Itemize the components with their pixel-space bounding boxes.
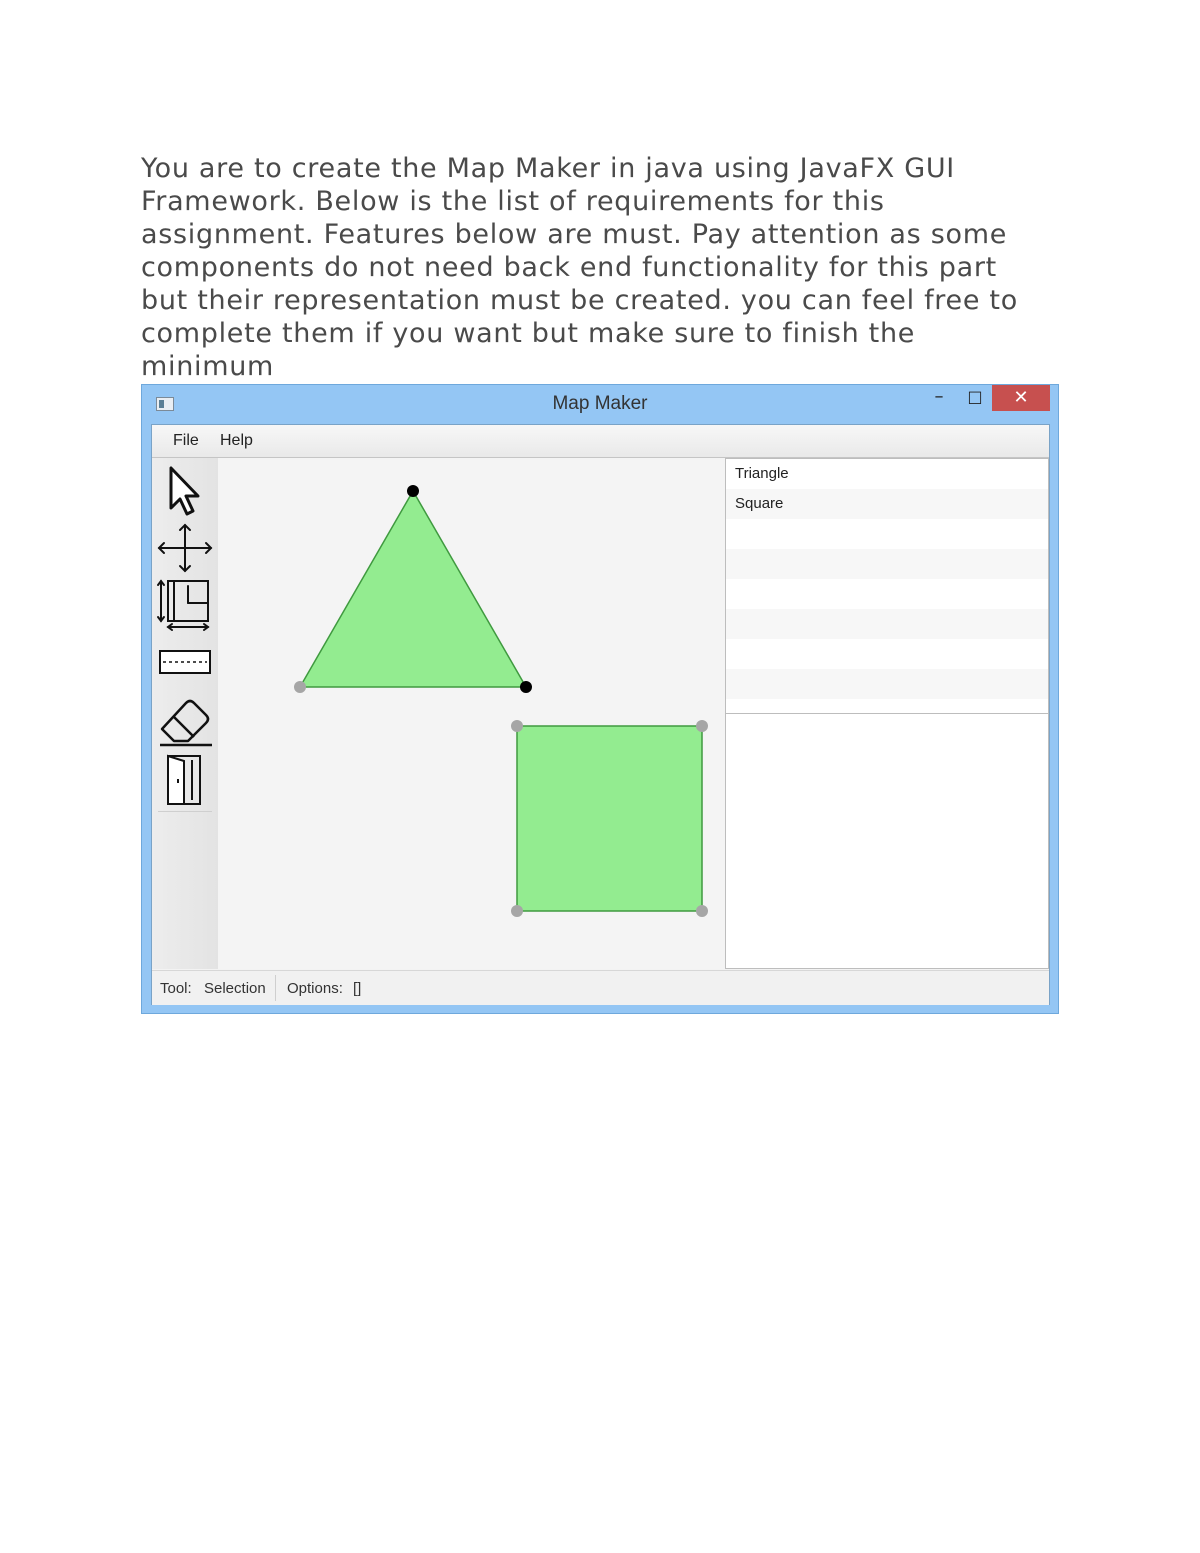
status-options-value: [] bbox=[353, 980, 362, 997]
list-item[interactable]: Triangle bbox=[726, 459, 1048, 489]
status-tool-value: Selection bbox=[204, 980, 266, 997]
selection-pointer-icon[interactable] bbox=[156, 464, 214, 518]
triangle-handle-right[interactable] bbox=[520, 681, 532, 693]
list-item-empty bbox=[726, 549, 1048, 579]
status-options-label: Options: bbox=[287, 980, 343, 997]
menu-bar: File Help bbox=[152, 425, 1049, 458]
assignment-description: You are to create the Map Maker in java … bbox=[141, 153, 1018, 382]
triangle-shape[interactable] bbox=[298, 489, 528, 688]
close-button[interactable]: ✕ bbox=[992, 385, 1050, 411]
map-maker-window: Map Maker – □ ✕ File Help Triangle Squar… bbox=[141, 384, 1059, 1014]
toolbar-separator bbox=[158, 811, 212, 812]
square-handle-top-left[interactable] bbox=[511, 720, 523, 732]
menu-file[interactable]: File bbox=[173, 432, 199, 450]
list-item-empty bbox=[726, 669, 1048, 699]
move-arrows-icon[interactable] bbox=[156, 521, 214, 575]
status-tool-label: Tool: bbox=[160, 980, 192, 997]
square-handle-bottom-left[interactable] bbox=[511, 905, 523, 917]
map-canvas[interactable] bbox=[218, 458, 725, 969]
square-handle-bottom-right[interactable] bbox=[696, 905, 708, 917]
square-shape[interactable] bbox=[516, 725, 703, 912]
list-item-empty bbox=[726, 519, 1048, 549]
list-item-empty bbox=[726, 609, 1048, 639]
list-item[interactable]: Square bbox=[726, 489, 1048, 519]
room-resize-icon[interactable] bbox=[156, 578, 214, 632]
window-title: Map Maker bbox=[552, 393, 648, 414]
square-handle-top-right[interactable] bbox=[696, 720, 708, 732]
maximize-button[interactable]: □ bbox=[960, 385, 990, 411]
eraser-icon[interactable] bbox=[156, 695, 214, 749]
door-icon[interactable] bbox=[156, 753, 214, 807]
title-bar[interactable]: Map Maker – □ ✕ bbox=[142, 385, 1058, 423]
path-dashed-icon[interactable] bbox=[156, 635, 214, 689]
triangle-handle-left[interactable] bbox=[294, 681, 306, 693]
list-item-empty bbox=[726, 639, 1048, 669]
list-item-empty bbox=[726, 579, 1048, 609]
shapes-list[interactable]: Triangle Square bbox=[725, 458, 1049, 714]
app-client-area: File Help Triangle Square Tool: Selectio… bbox=[151, 424, 1050, 1005]
minimize-button[interactable]: – bbox=[924, 385, 954, 411]
tool-palette bbox=[152, 458, 218, 969]
menu-help[interactable]: Help bbox=[220, 432, 253, 450]
triangle-handle-top[interactable] bbox=[407, 485, 419, 497]
details-panel[interactable] bbox=[725, 713, 1049, 969]
status-bar: Tool: Selection Options: [] bbox=[152, 970, 1049, 1005]
status-separator bbox=[275, 975, 276, 1001]
